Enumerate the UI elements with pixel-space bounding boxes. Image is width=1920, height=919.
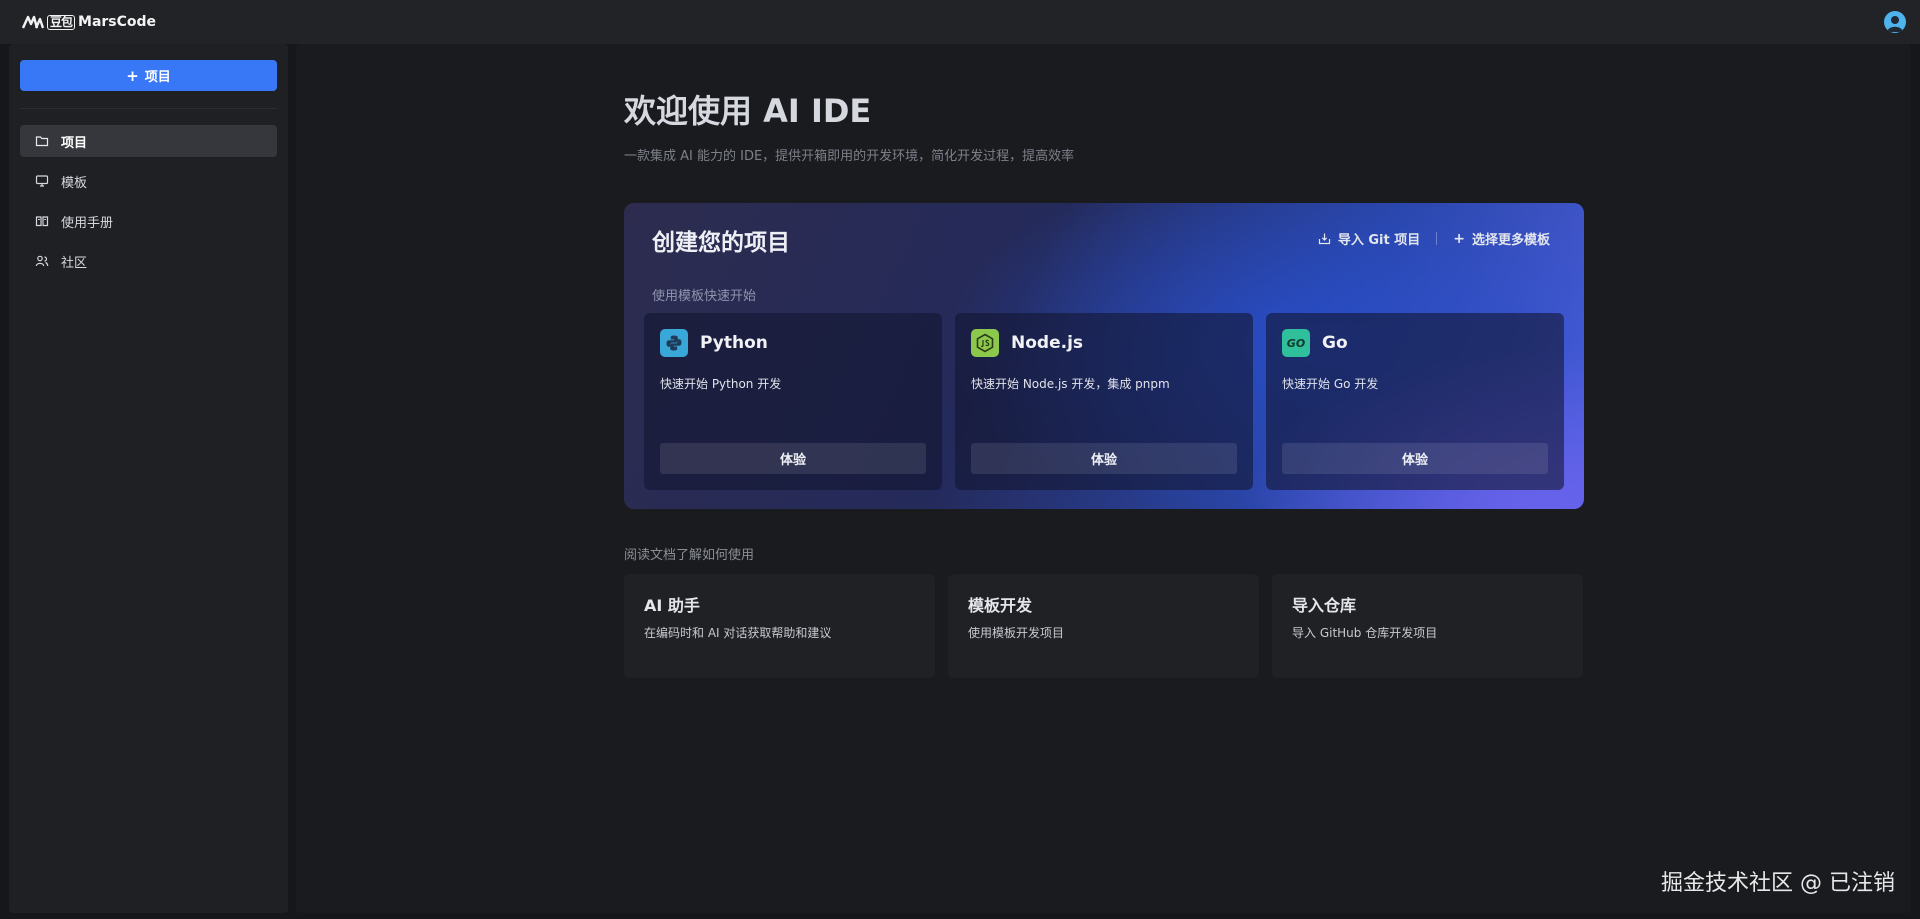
template-header: Python bbox=[660, 329, 768, 357]
doc-title: 导入仓库 bbox=[1292, 596, 1357, 615]
watermark: 掘金技术社区 @ 已注销 bbox=[1661, 871, 1895, 896]
go-icon-text: GO bbox=[1286, 336, 1306, 350]
docs-label: 阅读文档了解如何使用 bbox=[624, 548, 755, 563]
template-name: Python bbox=[700, 333, 768, 353]
more-templates-label: 选择更多模板 bbox=[1471, 233, 1550, 248]
nodejs-icon bbox=[971, 329, 999, 357]
create-project-title: 创建您的项目 bbox=[652, 230, 790, 256]
top-bar: 豆包 MarsCode bbox=[0, 0, 1920, 44]
sidebar-divider bbox=[20, 108, 277, 109]
template-card-go[interactable]: GO Go 快速开始 Go 开发 体验 bbox=[1266, 313, 1564, 490]
python-icon bbox=[660, 329, 688, 357]
try-nodejs-button[interactable]: 体验 bbox=[971, 443, 1237, 474]
app-logo[interactable]: 豆包 MarsCode bbox=[22, 14, 156, 30]
plus-icon: + bbox=[126, 66, 139, 85]
sidebar-item-label: 项目 bbox=[61, 135, 88, 151]
template-card-python[interactable]: Python 快速开始 Python 开发 体验 bbox=[644, 313, 942, 490]
doc-description: 在编码时和 AI 对话获取帮助和建议 bbox=[644, 626, 832, 640]
template-description: 快速开始 Node.js 开发，集成 pnpm bbox=[971, 377, 1170, 391]
folder-icon bbox=[35, 136, 49, 147]
doc-card-template-dev[interactable]: 模板开发 使用模板开发项目 bbox=[948, 574, 1259, 678]
sidebar-item-label: 使用手册 bbox=[61, 215, 114, 231]
page-subtitle: 一款集成 AI 能力的 IDE，提供开箱即用的开发环境，简化开发过程，提高效率 bbox=[624, 149, 1075, 164]
user-icon bbox=[1887, 16, 1903, 32]
sidebar-item-label: 模板 bbox=[61, 175, 88, 191]
import-git-button[interactable]: 导入 Git 项目 bbox=[1318, 229, 1420, 248]
sidebar-item-manual[interactable]: 使用手册 bbox=[20, 205, 277, 237]
action-divider bbox=[1436, 232, 1438, 245]
doc-description: 导入 GitHub 仓库开发项目 bbox=[1292, 626, 1438, 640]
sidebar-item-templates[interactable]: 模板 bbox=[20, 165, 277, 197]
template-name: Go bbox=[1322, 333, 1348, 353]
quick-start-label: 使用模板快速开始 bbox=[652, 289, 757, 304]
doc-description: 使用模板开发项目 bbox=[968, 626, 1065, 640]
template-name: Node.js bbox=[1011, 333, 1084, 353]
doc-title: 模板开发 bbox=[968, 596, 1033, 615]
sidebar: + 项目 项目 模板 使用手册 社区 bbox=[9, 44, 288, 913]
import-icon bbox=[1318, 233, 1330, 245]
logo-cn-text: 豆包 bbox=[47, 14, 76, 30]
template-header: Node.js bbox=[971, 329, 1083, 357]
doc-title: AI 助手 bbox=[644, 596, 700, 615]
create-project-panel: 创建您的项目 导入 Git 项目 + 选择更多模板 使用模板快速开始 Pytho… bbox=[624, 203, 1584, 509]
sidebar-item-projects[interactable]: 项目 bbox=[20, 125, 277, 157]
doc-card-import-repo[interactable]: 导入仓库 导入 GitHub 仓库开发项目 bbox=[1272, 574, 1583, 678]
new-project-label: 项目 bbox=[144, 70, 171, 85]
try-python-button[interactable]: 体验 bbox=[660, 443, 926, 474]
sidebar-item-community[interactable]: 社区 bbox=[20, 245, 277, 277]
sidebar-item-label: 社区 bbox=[61, 255, 88, 271]
sidebar-nav: 项目 模板 使用手册 社区 bbox=[20, 125, 277, 285]
users-icon bbox=[35, 255, 49, 267]
hero-actions: 导入 Git 项目 + 选择更多模板 bbox=[1318, 229, 1550, 248]
new-project-button[interactable]: + 项目 bbox=[20, 60, 277, 91]
book-icon bbox=[35, 216, 49, 227]
template-description: 快速开始 Go 开发 bbox=[1282, 377, 1379, 391]
go-icon: GO bbox=[1282, 329, 1310, 357]
page-title: 欢迎使用 AI IDE bbox=[624, 92, 872, 130]
template-card-nodejs[interactable]: Node.js 快速开始 Node.js 开发，集成 pnpm 体验 bbox=[955, 313, 1253, 490]
try-go-button[interactable]: 体验 bbox=[1282, 443, 1548, 474]
template-description: 快速开始 Python 开发 bbox=[660, 377, 782, 391]
user-avatar[interactable] bbox=[1884, 11, 1906, 33]
template-header: GO Go bbox=[1282, 329, 1348, 357]
plus-icon: + bbox=[1453, 230, 1465, 247]
import-git-label: 导入 Git 项目 bbox=[1337, 233, 1421, 248]
marscode-logo-icon bbox=[22, 15, 44, 29]
logo-text: MarsCode bbox=[78, 14, 157, 30]
main-panel: 欢迎使用 AI IDE 一款集成 AI 能力的 IDE，提供开箱即用的开发环境，… bbox=[296, 44, 1911, 913]
monitor-icon bbox=[35, 175, 49, 187]
doc-card-ai-assistant[interactable]: AI 助手 在编码时和 AI 对话获取帮助和建议 bbox=[624, 574, 935, 678]
more-templates-button[interactable]: + 选择更多模板 bbox=[1453, 229, 1550, 249]
